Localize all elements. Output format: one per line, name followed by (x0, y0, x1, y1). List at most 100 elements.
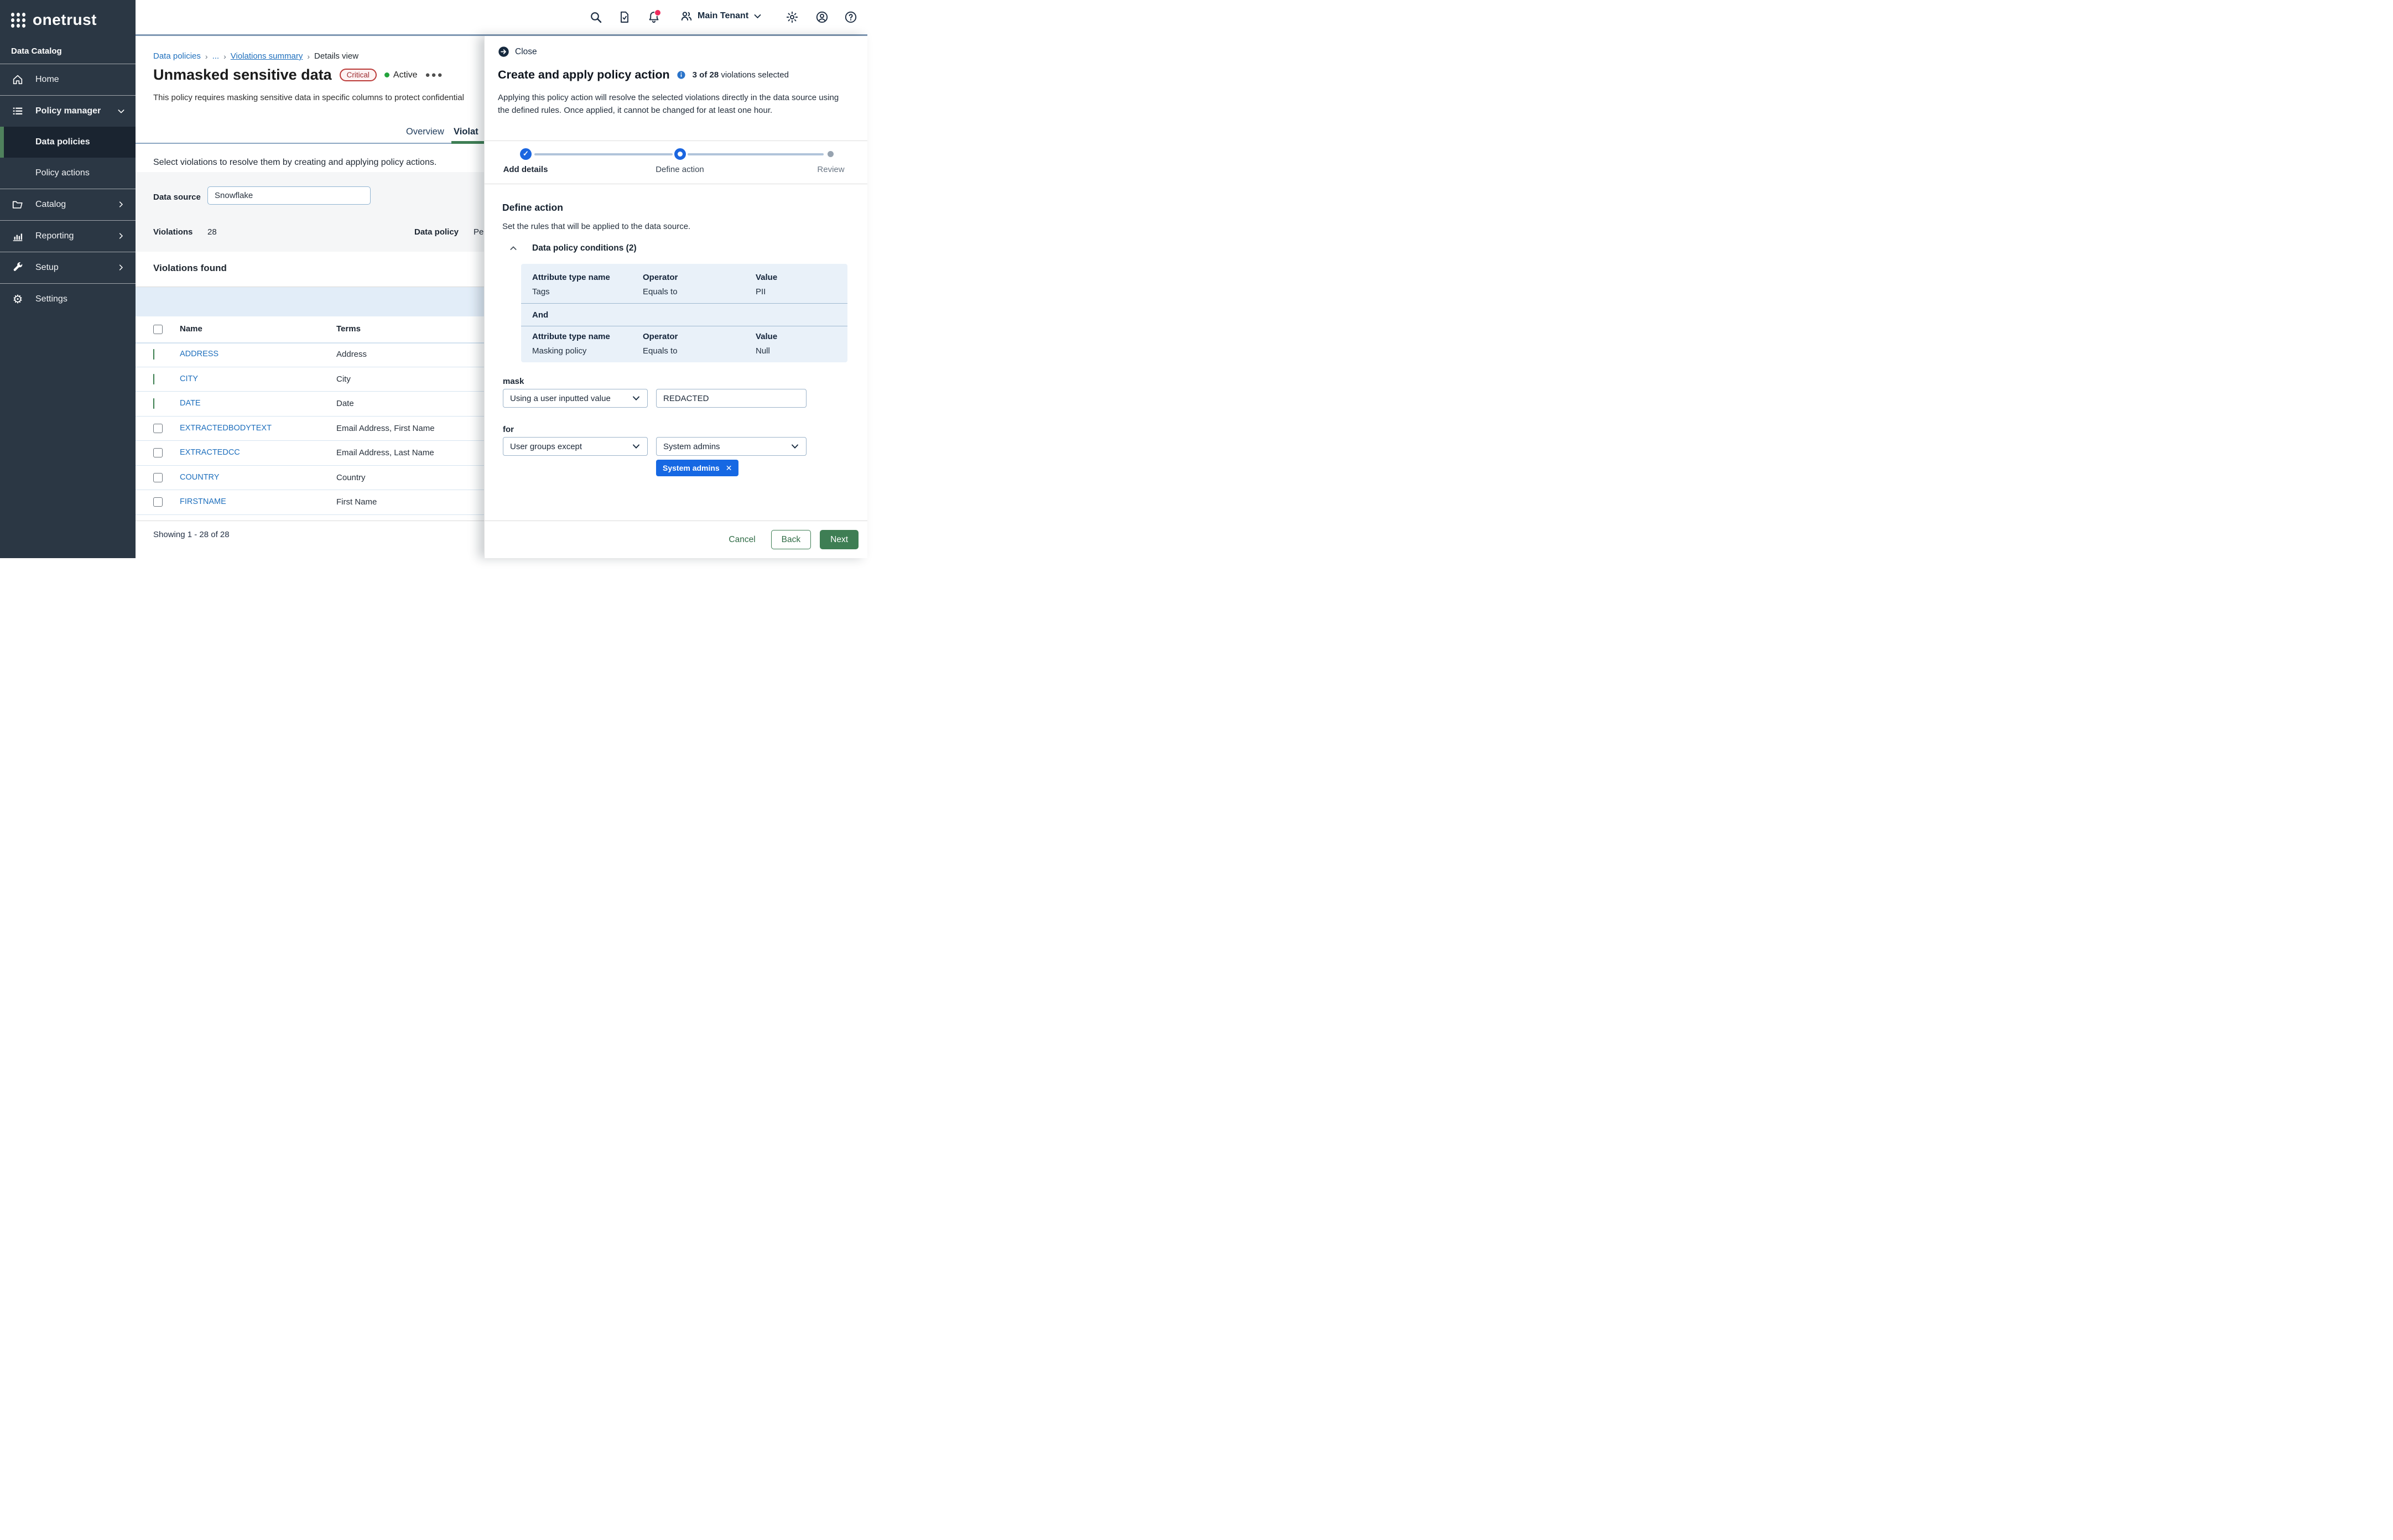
notifications-bell-icon[interactable] (647, 11, 660, 24)
search-icon[interactable] (589, 11, 602, 24)
conditions-toggle[interactable]: Data policy conditions (2) (509, 243, 637, 253)
cond-header-value: Value (756, 273, 777, 282)
mask-method-dropdown[interactable]: Using a user inputted value (503, 389, 648, 408)
active-tab-underline (451, 141, 487, 144)
stepper-connector (534, 153, 673, 155)
info-icon (677, 70, 686, 80)
violation-terms: Country (336, 473, 366, 482)
bar-chart-icon (11, 230, 24, 243)
wizard-stepper: Add details Define action Review (498, 144, 845, 179)
tab-violations[interactable]: Violat (454, 127, 478, 137)
close-arrow-icon (498, 46, 509, 58)
data-source-input[interactable] (207, 186, 371, 205)
sidebar-item-policy-actions[interactable]: Policy actions (0, 158, 136, 189)
help-icon[interactable] (844, 11, 857, 24)
sidebar-item-setup[interactable]: Setup (0, 252, 136, 283)
select-all-checkbox[interactable] (153, 325, 163, 334)
cond-operator: Equals to (643, 287, 678, 296)
document-check-icon[interactable] (618, 11, 631, 24)
row-checkbox[interactable] (153, 448, 163, 457)
violation-name-link[interactable]: CITY (180, 374, 198, 383)
topbar: Main Tenant (136, 0, 867, 36)
violation-name-link[interactable]: EXTRACTEDBODYTEXT (180, 424, 272, 433)
row-checkbox[interactable] (153, 398, 154, 409)
chevron-right-icon (117, 232, 126, 241)
violation-name-link[interactable]: DATE (180, 399, 201, 408)
list-icon (11, 105, 24, 118)
pagination-text: Showing 1 - 28 of 28 (153, 530, 230, 539)
more-menu-icon[interactable]: ●●● (425, 70, 444, 80)
panel-title: Create and apply policy action (498, 68, 670, 82)
tab-overview[interactable]: Overview (406, 127, 444, 137)
cond-header-operator: Operator (643, 332, 678, 341)
active-status-dot (384, 72, 389, 77)
divider (521, 303, 847, 304)
violation-terms: Email Address, First Name (336, 424, 435, 433)
row-checkbox[interactable] (153, 374, 154, 384)
wrench-icon (11, 261, 24, 274)
next-button[interactable]: Next (820, 530, 859, 549)
sidebar-item-catalog[interactable]: Catalog (0, 189, 136, 220)
violations-found-title: Violations found (153, 263, 227, 274)
mask-label: mask (503, 377, 524, 386)
policy-action-panel: Close Create and apply policy action 3 o… (484, 36, 867, 558)
for-label: for (503, 425, 514, 434)
breadcrumb-separator: › (223, 52, 226, 61)
violation-name-link[interactable]: ADDRESS (180, 350, 219, 358)
account-icon[interactable] (815, 11, 829, 24)
close-button[interactable]: Close (498, 46, 537, 58)
cond-attribute: Tags (532, 287, 550, 296)
sidebar-item-home[interactable]: Home (0, 64, 136, 95)
conditions-title: Data policy conditions (2) (532, 243, 637, 253)
notification-badge (654, 9, 661, 16)
violation-name-link[interactable]: COUNTRY (180, 473, 219, 482)
define-action-heading: Define action (502, 202, 563, 214)
breadcrumb-separator: › (307, 52, 310, 61)
violations-count-value: 28 (207, 227, 217, 237)
step-label-add-details: Add details (492, 165, 559, 174)
severity-badge: Critical (340, 69, 377, 81)
violation-name-link[interactable]: EXTRACTEDCC (180, 448, 240, 457)
chip-remove-icon[interactable]: ✕ (726, 464, 732, 473)
conditions-box: Attribute type name Operator Value Tags … (521, 264, 847, 362)
tenant-switcher[interactable]: Main Tenant (680, 9, 762, 23)
mask-value-input[interactable] (656, 389, 807, 408)
breadcrumb-current: Details view (314, 51, 358, 61)
step-define-action-active-icon (674, 148, 686, 160)
tenant-label: Main Tenant (698, 11, 748, 21)
chevron-down-icon (632, 442, 641, 451)
row-checkbox[interactable] (153, 473, 163, 482)
sidebar-item-reporting[interactable]: Reporting (0, 221, 136, 252)
define-action-subtext: Set the rules that will be applied to th… (502, 222, 690, 231)
data-source-label: Data source (153, 192, 201, 202)
page-title: Unmasked sensitive data (153, 66, 332, 84)
data-policy-label: Data policy (414, 227, 459, 237)
sidebar: onetrust Data Catalog Home Policy manage… (0, 0, 136, 558)
step-add-details-completed-icon[interactable] (520, 148, 532, 160)
chevron-down-icon (117, 107, 126, 116)
breadcrumb-violations-summary[interactable]: Violations summary (231, 51, 303, 61)
selection-summary: 3 of 28 violations selected (693, 70, 789, 80)
back-button[interactable]: Back (771, 530, 811, 549)
violation-name-link[interactable]: FIRSTNAME (180, 497, 226, 506)
cond-value: PII (756, 287, 766, 296)
sidebar-item-data-policies[interactable]: Data policies (0, 127, 136, 158)
breadcrumb-ellipsis[interactable]: ... (212, 51, 220, 61)
row-checkbox[interactable] (153, 349, 154, 360)
settings-gear-icon[interactable] (785, 11, 799, 24)
brand-logo: onetrust (0, 0, 136, 40)
cancel-button[interactable]: Cancel (722, 535, 762, 545)
violation-terms: Email Address, Last Name (336, 448, 434, 457)
sidebar-item-settings[interactable]: ⚙ Settings (0, 284, 136, 315)
onetrust-grid-icon (11, 13, 26, 28)
row-checkbox[interactable] (153, 497, 163, 507)
home-icon (11, 73, 24, 86)
breadcrumb-data-policies[interactable]: Data policies (153, 51, 201, 61)
for-method-dropdown[interactable]: User groups except (503, 437, 648, 456)
chevron-up-icon (509, 244, 518, 253)
user-group-dropdown[interactable]: System admins (656, 437, 807, 456)
stepper-connector (688, 153, 824, 155)
chevron-down-icon (790, 442, 799, 451)
row-checkbox[interactable] (153, 424, 163, 433)
sidebar-item-policy-manager[interactable]: Policy manager (0, 96, 136, 127)
